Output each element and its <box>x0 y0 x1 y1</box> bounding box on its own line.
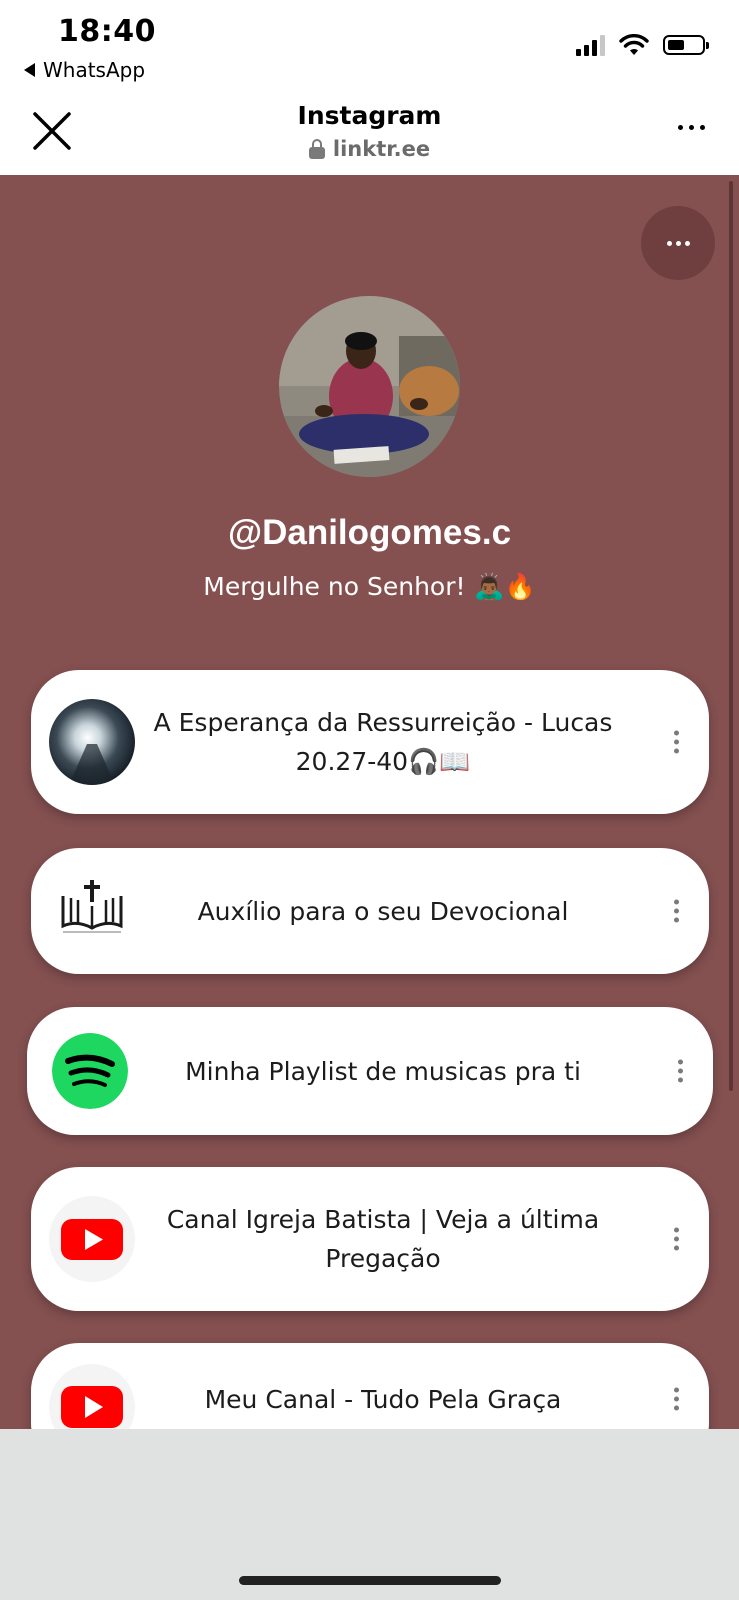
link-label: Canal Igreja Batista | Veja a última Pre… <box>166 1205 600 1273</box>
youtube-icon <box>49 1364 135 1429</box>
dot-icon <box>684 240 690 246</box>
battery-icon <box>663 35 709 55</box>
profile-username: @Danilogomes.c <box>227 513 512 552</box>
link-label: Auxílio para o seu Devocional <box>197 896 569 926</box>
wifi-icon <box>619 34 649 55</box>
linktree-page[interactable]: @Danilogomes.c Mergulhe no Senhor! 🙇🏾‍♂️… <box>0 175 739 1429</box>
profile-bio: Mergulhe no Senhor! 🙇🏾‍♂️🔥 <box>203 572 536 601</box>
link-more-button[interactable] <box>674 730 679 754</box>
dot-icon <box>675 240 681 246</box>
link-more-button[interactable] <box>678 1059 683 1083</box>
page-more-button[interactable] <box>641 206 715 280</box>
browser-url: linktr.ee <box>0 137 739 161</box>
back-to-app-link[interactable]: WhatsApp <box>24 58 145 82</box>
link-more-button[interactable] <box>674 899 679 923</box>
browser-more-button[interactable] <box>678 125 705 130</box>
browser-url-text: linktr.ee <box>332 137 431 161</box>
link-more-button[interactable] <box>674 1387 679 1411</box>
scrollbar[interactable] <box>729 181 733 1091</box>
profile-photo-image <box>279 296 460 477</box>
spotify-icon <box>52 1033 128 1109</box>
status-time: 18:40 <box>58 14 156 49</box>
in-app-browser-bar: Instagram linktr.ee <box>0 95 739 176</box>
profile-avatar <box>279 296 460 477</box>
cellular-signal-icon <box>576 34 605 56</box>
link-card-canal-igreja-batista[interactable]: Canal Igreja Batista | Veja a última Pre… <box>31 1167 709 1311</box>
link-card-esperanca-ressurreicao[interactable]: A Esperança da Ressurreição - Lucas 20.2… <box>31 670 709 814</box>
lock-icon <box>308 139 325 159</box>
youtube-icon <box>49 1196 135 1282</box>
home-indicator[interactable] <box>239 1576 501 1585</box>
link-card-auxilio-devocional[interactable]: Auxílio para o seu Devocional <box>31 848 709 974</box>
link-card-meu-canal[interactable]: Meu Canal - Tudo Pela Graça <box>31 1343 709 1429</box>
dot-icon <box>666 240 672 246</box>
back-app-label: WhatsApp <box>43 58 146 82</box>
link-label: Minha Playlist de musicas pra ti <box>185 1056 581 1086</box>
browser-title: Instagram <box>297 101 442 130</box>
link-label: A Esperança da Ressurreição - Lucas 20.2… <box>153 708 613 776</box>
back-caret-icon <box>24 63 35 77</box>
tunnel-light-thumbnail <box>49 699 135 785</box>
link-card-playlist[interactable]: Minha Playlist de musicas pra ti <box>27 1007 713 1135</box>
link-label: Meu Canal - Tudo Pela Graça <box>204 1384 562 1414</box>
status-bar: 18:40 WhatsApp <box>0 0 739 95</box>
status-icons <box>576 34 709 56</box>
link-more-button[interactable] <box>674 1227 679 1251</box>
bible-cross-icon <box>49 868 135 954</box>
keyboard-safe-area <box>0 1429 739 1600</box>
